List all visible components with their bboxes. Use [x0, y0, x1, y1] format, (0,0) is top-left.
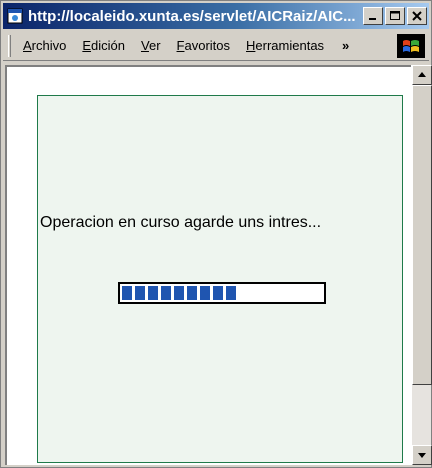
progress-block — [161, 286, 171, 300]
menu-edicion-label: dición — [91, 38, 125, 53]
browser-window: http://localeido.xunta.es/servlet/AICRai… — [0, 0, 432, 468]
progress-block — [187, 286, 197, 300]
progress-block — [135, 286, 145, 300]
menu-favoritos-label: avoritos — [184, 38, 231, 53]
progress-block — [174, 286, 184, 300]
windows-logo-icon — [397, 34, 425, 58]
menu-herramientas[interactable]: Herramientas — [240, 38, 330, 53]
ie-page-icon — [6, 7, 24, 25]
progress-block — [213, 286, 223, 300]
window-title: http://localeido.xunta.es/servlet/AICRai… — [28, 7, 356, 25]
menu-archivo-mnemonic: A — [23, 38, 32, 53]
close-icon — [412, 11, 422, 21]
menu-ver-mnemonic: V — [141, 38, 149, 53]
menu-ver[interactable]: Ver — [135, 38, 167, 53]
menu-edicion-mnemonic: E — [82, 38, 92, 53]
loading-message: Operacion en curso agarde uns intres... — [40, 214, 322, 231]
menu-favoritos[interactable]: Favoritos — [171, 38, 236, 53]
progress-bar — [118, 282, 326, 304]
scroll-thumb[interactable] — [412, 85, 432, 385]
caption-buttons — [363, 7, 427, 25]
page-viewport: Operacion en curso agarde uns intres... — [5, 65, 411, 465]
menu-bar: Archivo Edición Ver Favoritos Herramient… — [3, 31, 429, 61]
arrow-down-icon — [418, 453, 426, 458]
menu-archivo[interactable]: Archivo — [17, 38, 72, 53]
title-bar[interactable]: http://localeido.xunta.es/servlet/AICRai… — [3, 3, 429, 29]
scroll-down-button[interactable] — [412, 445, 432, 465]
vertical-scrollbar[interactable] — [411, 65, 432, 465]
progress-block — [226, 286, 236, 300]
minimize-icon — [369, 18, 376, 20]
progress-block — [200, 286, 210, 300]
toolbar-grip[interactable] — [8, 34, 11, 57]
progress-fill — [122, 286, 236, 300]
menu-herramientas-label: erramientas — [255, 38, 325, 53]
close-button[interactable] — [407, 7, 427, 25]
menu-ver-label: er — [148, 38, 161, 53]
menu-archivo-label: rchivo — [31, 38, 67, 53]
menu-edicion[interactable]: Edición — [76, 38, 131, 53]
progress-block — [122, 286, 132, 300]
maximize-icon — [390, 11, 400, 20]
maximize-button[interactable] — [385, 7, 405, 25]
menu-overflow-chevron[interactable]: » — [342, 38, 349, 53]
minimize-button[interactable] — [363, 7, 383, 25]
scroll-up-button[interactable] — [412, 65, 432, 85]
progress-block — [148, 286, 158, 300]
arrow-up-icon — [418, 72, 426, 77]
menu-herramientas-mnemonic: H — [246, 38, 256, 53]
loading-panel: Operacion en curso agarde uns intres... — [37, 95, 403, 463]
